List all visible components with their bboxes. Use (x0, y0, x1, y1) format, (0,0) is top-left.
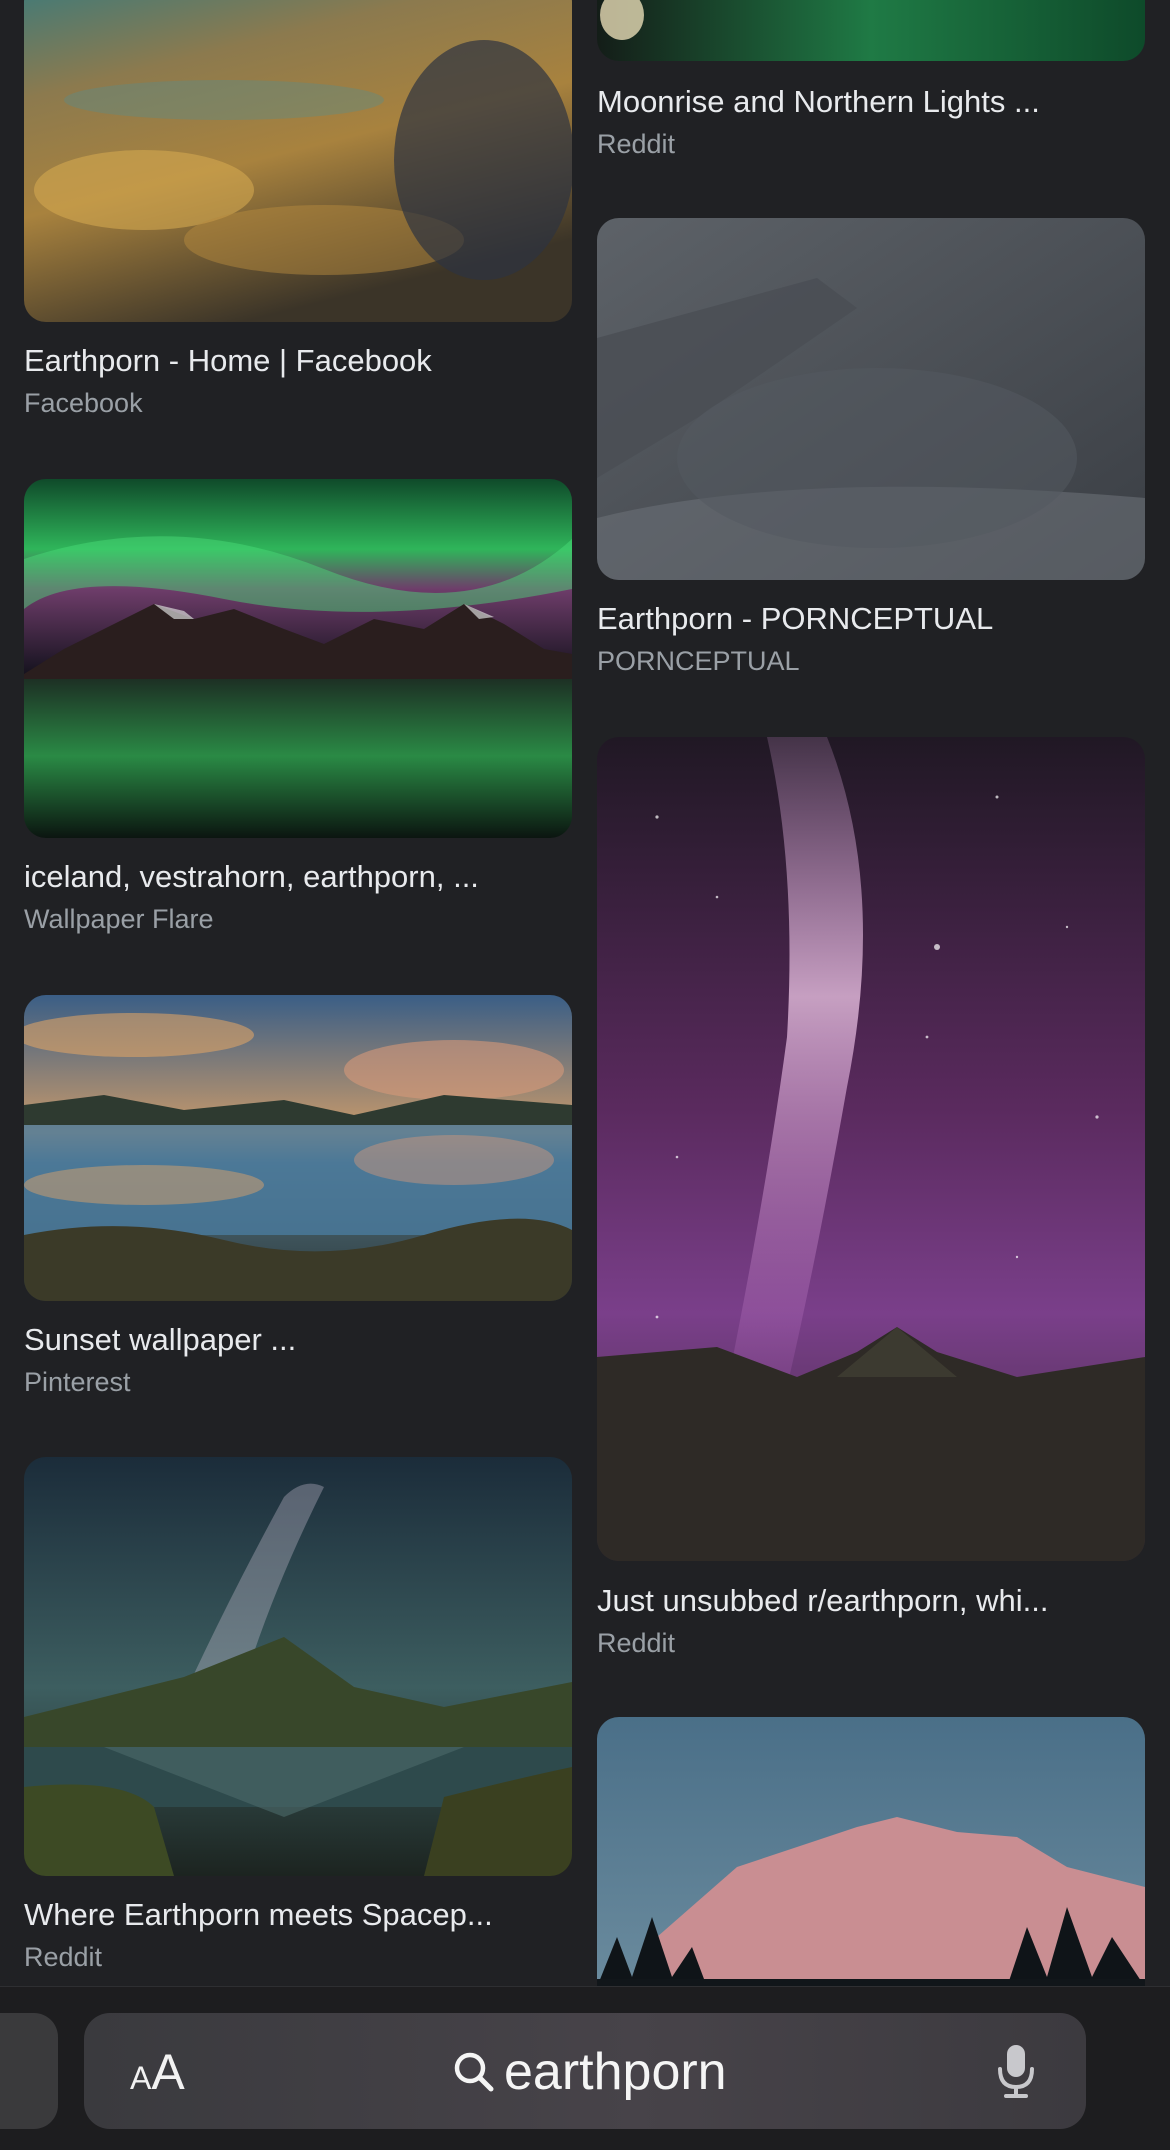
address-bar[interactable]: AA earthporn (84, 2013, 1086, 2129)
result-source: Facebook (24, 388, 143, 418)
result-title[interactable]: Earthporn - PORNCEPTUAL (597, 600, 1145, 638)
result-source: Reddit (597, 1628, 676, 1658)
result-source: PORNCEPTUAL (597, 646, 800, 676)
reader-settings-button[interactable]: AA (130, 2043, 185, 2101)
result-title[interactable]: Earthporn - Home | Facebook (24, 342, 572, 380)
browser-toolbar: AA earthporn (0, 1986, 1170, 2150)
result-title[interactable]: Moonrise and Northern Lights ... (597, 83, 1145, 121)
search-query: earthporn (504, 2043, 727, 2101)
result-title[interactable]: Where Earthporn meets Spacep... (24, 1896, 572, 1934)
result-thumbnail[interactable] (24, 479, 572, 838)
result-thumbnail[interactable] (597, 218, 1145, 580)
result-source: Pinterest (24, 1367, 131, 1397)
result-title[interactable]: Sunset wallpaper ... (24, 1321, 572, 1359)
result-thumbnail[interactable] (597, 0, 1145, 61)
result-source: Wallpaper Flare (24, 904, 214, 934)
result-thumbnail[interactable] (24, 1457, 572, 1876)
search-field[interactable]: earthporn (452, 2037, 727, 2107)
result-title[interactable]: Just unsubbed r/earthporn, whi... (597, 1582, 1145, 1620)
result-thumbnail[interactable] (597, 1717, 1145, 2017)
previous-tab-preview[interactable] (0, 2013, 58, 2129)
result-source: Reddit (597, 129, 676, 159)
result-thumbnail[interactable] (24, 995, 572, 1301)
result-source: Reddit (24, 1942, 103, 1972)
search-icon (454, 2052, 494, 2092)
result-thumbnail[interactable] (24, 0, 572, 322)
result-thumbnail[interactable] (597, 737, 1145, 1561)
result-title[interactable]: iceland, vestrahorn, earthporn, ... (24, 858, 572, 896)
microphone-icon[interactable] (996, 2043, 1036, 2099)
